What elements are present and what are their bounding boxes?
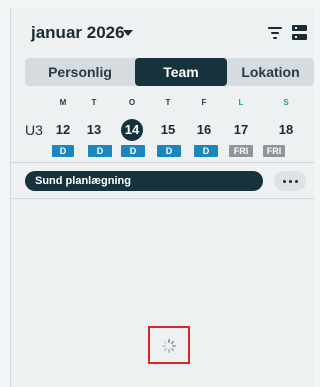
weekday-header: M T O T F L S: [11, 98, 314, 110]
day-cell[interactable]: 16: [193, 120, 215, 140]
divider: [11, 162, 314, 163]
weekday-name: T: [91, 98, 97, 107]
day-cell[interactable]: 12: [52, 120, 74, 140]
shift-badge[interactable]: FRI: [263, 145, 285, 157]
shift-badge[interactable]: D: [121, 145, 145, 157]
calendar-header: januar 2026: [11, 8, 314, 54]
filter-icon[interactable]: [268, 27, 282, 39]
week-number: U3: [25, 122, 43, 138]
chevron-down-icon[interactable]: [123, 30, 133, 36]
day-cell[interactable]: 17: [230, 120, 252, 140]
layout-icon[interactable]: [292, 25, 307, 41]
shift-badge[interactable]: D: [157, 145, 181, 157]
weekday-name: O: [128, 98, 136, 107]
calendar-panel: januar 2026 Personlig Team Lokation M T …: [10, 8, 314, 387]
shift-badge[interactable]: D: [194, 145, 218, 157]
weekday-name: F: [201, 98, 207, 107]
weekday-name: M: [59, 98, 67, 107]
loading-spinner-icon: [162, 339, 176, 353]
weekday-name: S: [283, 98, 289, 107]
day-cell[interactable]: 15: [157, 120, 179, 140]
day-cell[interactable]: 18: [275, 120, 297, 140]
tab-team[interactable]: Team: [135, 58, 227, 86]
more-options-button[interactable]: [274, 171, 306, 191]
divider: [11, 198, 314, 199]
day-cell-today[interactable]: 14: [121, 119, 143, 141]
weekday-name: T: [165, 98, 171, 107]
day-cell[interactable]: 13: [83, 120, 105, 140]
plan-chip[interactable]: Sund planlægning: [25, 171, 263, 191]
month-selector[interactable]: januar 2026: [31, 23, 125, 43]
view-switcher: Personlig Team Lokation: [25, 58, 314, 86]
tab-lokation[interactable]: Lokation: [227, 58, 314, 86]
shift-badge[interactable]: D: [52, 145, 74, 157]
tab-personlig[interactable]: Personlig: [25, 58, 135, 86]
shift-badge[interactable]: D: [88, 145, 112, 157]
shift-badge[interactable]: FRI: [229, 145, 253, 157]
weekday-name: L: [238, 98, 244, 107]
loading-highlight: [148, 326, 190, 364]
